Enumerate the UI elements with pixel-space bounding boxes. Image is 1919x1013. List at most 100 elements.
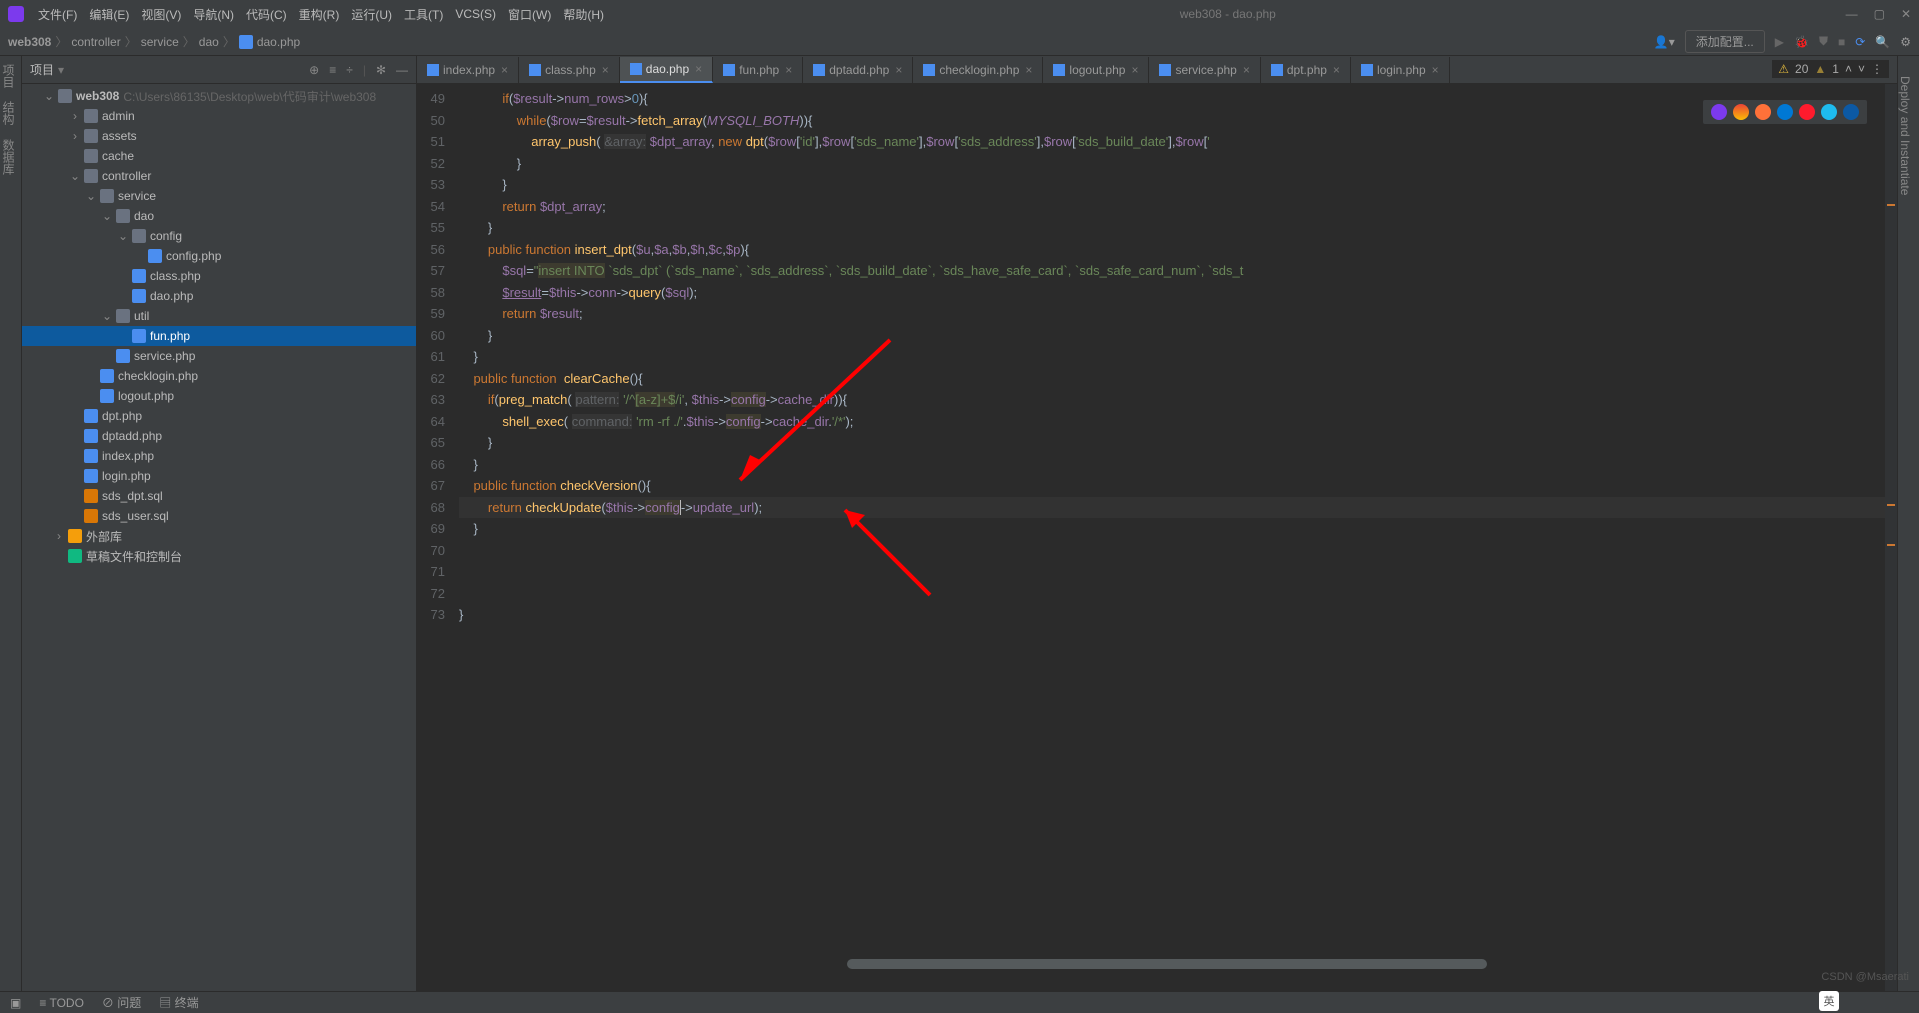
- menu-file[interactable]: 文件(F): [32, 6, 83, 23]
- tree-item[interactable]: ›admin: [22, 106, 416, 126]
- edge-icon[interactable]: [1843, 104, 1859, 120]
- menu-navigate[interactable]: 导航(N): [187, 6, 240, 23]
- user-icon[interactable]: 👤▾: [1654, 35, 1675, 49]
- more-icon[interactable]: ⋮: [1871, 62, 1883, 76]
- tree-item[interactable]: dptadd.php: [22, 426, 416, 446]
- tree-item[interactable]: sds_dpt.sql: [22, 486, 416, 506]
- editor-tab[interactable]: class.php×: [519, 57, 620, 83]
- down-icon[interactable]: ˅: [1858, 62, 1865, 76]
- menu-edit[interactable]: 编辑(E): [83, 6, 135, 23]
- editor-tab[interactable]: dao.php×: [620, 57, 713, 83]
- status-terminal[interactable]: ▤ 终端: [159, 994, 198, 1011]
- tree-item[interactable]: class.php: [22, 266, 416, 286]
- collapse-icon[interactable]: ÷: [346, 63, 353, 77]
- menu-window[interactable]: 窗口(W): [502, 6, 557, 23]
- editor-tabs[interactable]: index.php×class.php×dao.php×fun.php×dpta…: [417, 56, 1897, 84]
- stop-icon[interactable]: ■: [1838, 35, 1845, 49]
- breadcrumb[interactable]: web308〉 controller〉 service〉 dao〉 dao.ph…: [8, 33, 300, 50]
- menu-vcs[interactable]: VCS(S): [449, 7, 502, 21]
- editor-tab[interactable]: service.php×: [1149, 57, 1260, 83]
- phpstorm-icon[interactable]: [1711, 104, 1727, 120]
- hide-icon[interactable]: —: [396, 63, 408, 77]
- tree-item[interactable]: ⌄config: [22, 226, 416, 246]
- tree-item[interactable]: config.php: [22, 246, 416, 266]
- editor-tab[interactable]: login.php×: [1351, 57, 1450, 83]
- firefox-icon[interactable]: [1755, 104, 1771, 120]
- tree-item[interactable]: dpt.php: [22, 406, 416, 426]
- run-config-selector[interactable]: 添加配置...: [1685, 30, 1765, 53]
- close-tab-icon[interactable]: ×: [785, 63, 792, 77]
- menu-help[interactable]: 帮助(H): [557, 6, 610, 23]
- menu-view[interactable]: 视图(V): [135, 6, 187, 23]
- settings-icon[interactable]: ⚙: [1900, 35, 1911, 49]
- minimize-icon[interactable]: —: [1846, 7, 1858, 21]
- opera-icon[interactable]: [1799, 104, 1815, 120]
- search-icon[interactable]: 🔍: [1875, 35, 1890, 49]
- inspection-widget[interactable]: ⚠20 ▲1 ˄ ˅ ⋮: [1772, 60, 1889, 78]
- editor-tab[interactable]: fun.php×: [713, 57, 803, 83]
- code-editor[interactable]: if($result->num_rows>0){ while($row=$res…: [451, 84, 1897, 991]
- editor-tab[interactable]: dptadd.php×: [803, 57, 913, 83]
- editor-tab[interactable]: dpt.php×: [1261, 57, 1351, 83]
- locate-icon[interactable]: ⊕: [309, 63, 319, 77]
- left-tool-strip[interactable]: 项目 结构 数据库: [0, 56, 22, 991]
- debug-icon[interactable]: 🐞: [1794, 35, 1809, 49]
- error-stripe[interactable]: [1885, 84, 1897, 991]
- edge-legacy-icon[interactable]: [1777, 104, 1793, 120]
- expand-icon[interactable]: ≡: [329, 63, 336, 77]
- tree-item[interactable]: 草稿文件和控制台: [22, 546, 416, 566]
- tree-item[interactable]: ⌄service: [22, 186, 416, 206]
- tool-tab-deploy[interactable]: Deploy and Instantiate: [1898, 76, 1919, 195]
- tree-item[interactable]: dao.php: [22, 286, 416, 306]
- close-tab-icon[interactable]: ×: [501, 63, 508, 77]
- tree-item[interactable]: login.php: [22, 466, 416, 486]
- tree-item[interactable]: ›assets: [22, 126, 416, 146]
- status-todo[interactable]: ≡ TODO: [39, 996, 84, 1010]
- close-tab-icon[interactable]: ×: [695, 62, 702, 76]
- tree-item[interactable]: index.php: [22, 446, 416, 466]
- tree-item[interactable]: checklogin.php: [22, 366, 416, 386]
- tree-item[interactable]: ›外部库: [22, 526, 416, 546]
- menu-code[interactable]: 代码(C): [240, 6, 293, 23]
- options-icon[interactable]: ✻: [376, 63, 386, 77]
- close-tab-icon[interactable]: ×: [1131, 63, 1138, 77]
- tool-tab-project[interactable]: 项目: [1, 64, 15, 88]
- breadcrumb-root[interactable]: web308: [8, 35, 51, 49]
- update-icon[interactable]: ⟳: [1855, 35, 1865, 49]
- tree-item[interactable]: fun.php: [22, 326, 416, 346]
- open-in-browser-panel[interactable]: [1703, 100, 1867, 124]
- close-tab-icon[interactable]: ×: [1432, 63, 1439, 77]
- status-problems[interactable]: ⊘ 问题: [102, 994, 141, 1011]
- menu-tools[interactable]: 工具(T): [398, 6, 449, 23]
- close-tab-icon[interactable]: ×: [1025, 63, 1032, 77]
- tree-item[interactable]: ⌄controller: [22, 166, 416, 186]
- editor-tab[interactable]: index.php×: [417, 57, 519, 83]
- close-tab-icon[interactable]: ×: [1333, 63, 1340, 77]
- chrome-icon[interactable]: [1733, 104, 1749, 120]
- coverage-icon[interactable]: ⛊: [1819, 34, 1828, 49]
- maximize-icon[interactable]: ▢: [1874, 7, 1885, 21]
- run-icon[interactable]: ▶: [1775, 35, 1784, 49]
- menu-refactor[interactable]: 重构(R): [293, 6, 346, 23]
- tree-item[interactable]: service.php: [22, 346, 416, 366]
- close-tab-icon[interactable]: ×: [895, 63, 902, 77]
- ime-indicator[interactable]: 英: [1819, 991, 1839, 1011]
- tree-item[interactable]: ⌄util: [22, 306, 416, 326]
- project-tree[interactable]: ⌄ web308 C:\Users\86135\Desktop\web\代码审计…: [22, 84, 416, 991]
- line-gutter[interactable]: 4950515253545556575859606162636465666768…: [417, 84, 451, 991]
- close-tab-icon[interactable]: ×: [1243, 63, 1250, 77]
- tool-tab-structure[interactable]: 结构: [1, 101, 15, 125]
- horizontal-scrollbar[interactable]: [847, 959, 1867, 969]
- close-tab-icon[interactable]: ×: [602, 63, 609, 77]
- right-tool-strip[interactable]: Deploy and Instantiate: [1897, 56, 1919, 991]
- tree-item[interactable]: ⌄dao: [22, 206, 416, 226]
- editor-tab[interactable]: checklogin.php×: [913, 57, 1043, 83]
- close-icon[interactable]: ✕: [1901, 7, 1911, 21]
- tree-item[interactable]: sds_user.sql: [22, 506, 416, 526]
- editor-tab[interactable]: logout.php×: [1043, 57, 1149, 83]
- tree-root[interactable]: ⌄ web308 C:\Users\86135\Desktop\web\代码审计…: [22, 86, 416, 106]
- tree-item[interactable]: logout.php: [22, 386, 416, 406]
- ie-icon[interactable]: [1821, 104, 1837, 120]
- menu-run[interactable]: 运行(U): [345, 6, 398, 23]
- tool-tab-database[interactable]: 数据库: [1, 139, 15, 175]
